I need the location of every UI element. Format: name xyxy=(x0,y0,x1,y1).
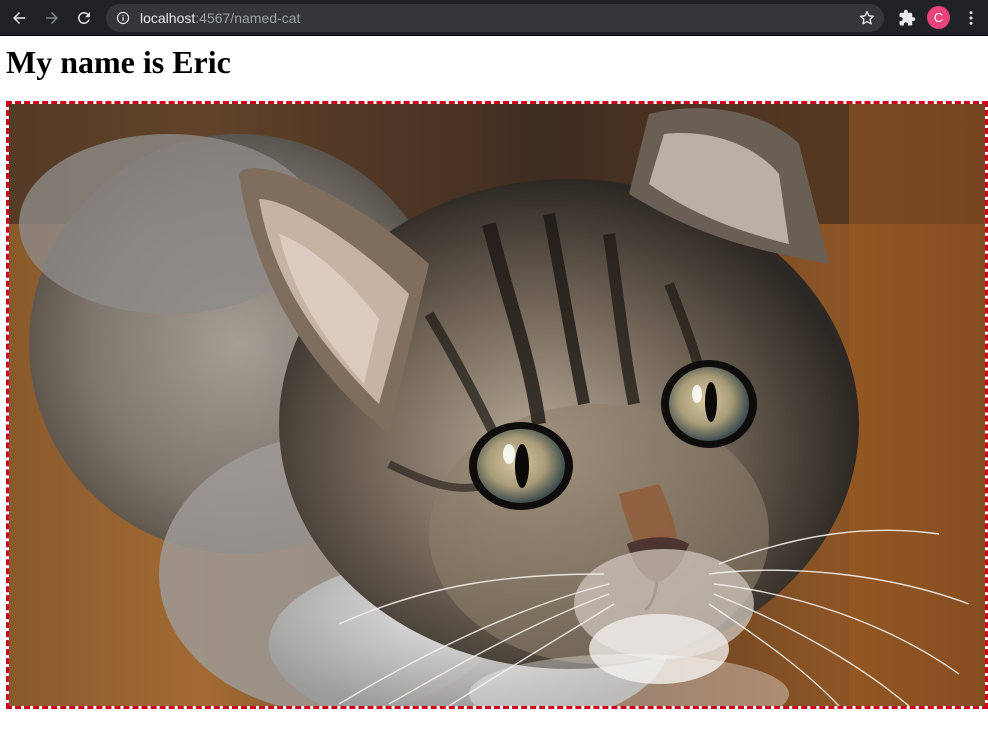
forward-button[interactable] xyxy=(39,5,65,31)
url-host: localhost xyxy=(140,10,196,26)
page-title: My name is Eric xyxy=(6,44,231,80)
star-icon[interactable] xyxy=(858,9,876,27)
url-path: :4567/named-cat xyxy=(195,10,301,26)
arrow-right-icon xyxy=(46,12,58,24)
back-button[interactable] xyxy=(6,5,32,31)
url-text[interactable]: localhost:4567/named-cat xyxy=(140,4,300,32)
address-bar[interactable]: localhost:4567/named-cat xyxy=(106,4,884,32)
menu-button[interactable] xyxy=(958,5,984,31)
reload-button[interactable] xyxy=(71,5,97,31)
kitten-image xyxy=(9,104,985,706)
browser-toolbar: localhost:4567/named-cat C xyxy=(0,0,988,36)
info-icon[interactable] xyxy=(116,11,130,25)
reload-icon xyxy=(77,11,90,24)
cat-photo xyxy=(6,101,988,709)
profile-avatar[interactable]: C xyxy=(927,6,950,29)
kebab-menu-icon xyxy=(969,11,973,25)
arrow-left-icon xyxy=(13,12,25,24)
extensions-button[interactable] xyxy=(894,5,920,31)
puzzle-icon xyxy=(899,9,916,26)
